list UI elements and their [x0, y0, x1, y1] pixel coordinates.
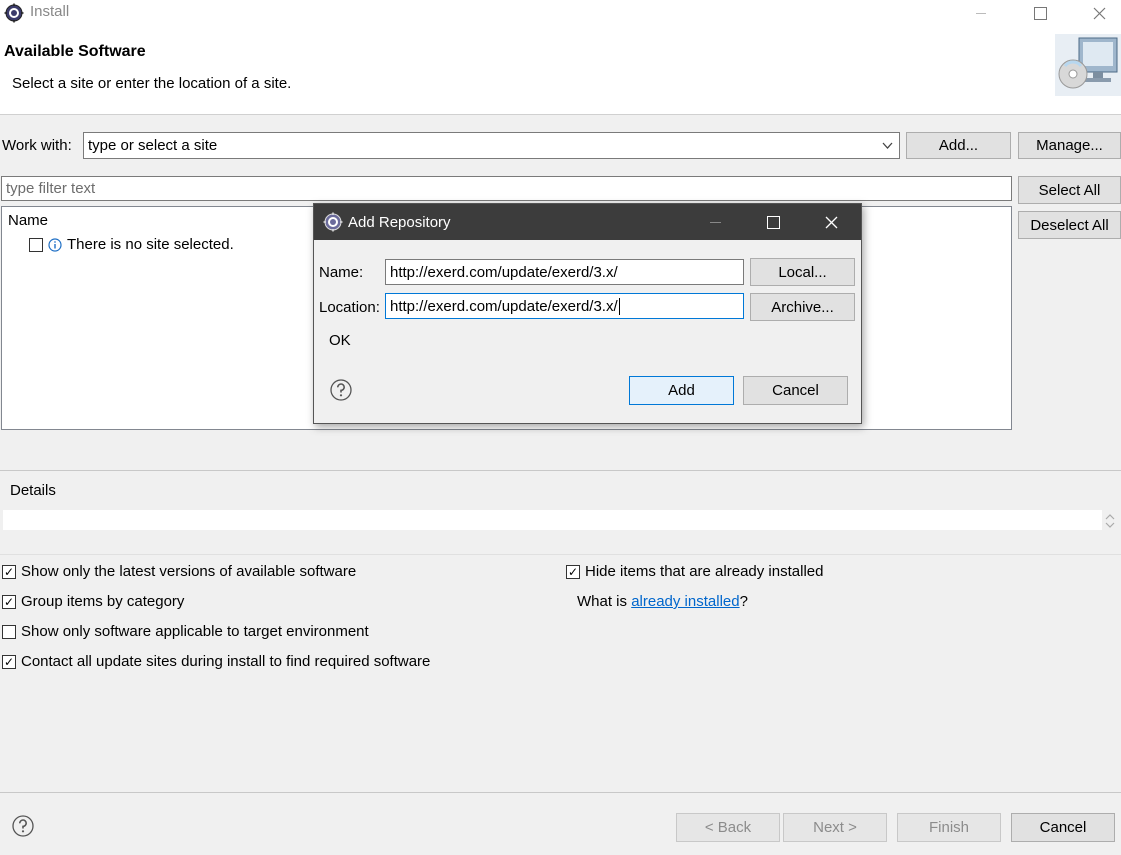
option-contact-all-sites-label: Contact all update sites during install … — [21, 653, 431, 670]
option-hide-installed-label: Hide items that are already installed — [585, 563, 824, 580]
select-all-button[interactable]: Select All — [1018, 176, 1121, 204]
maximize-icon — [1033, 6, 1047, 20]
next-button[interactable]: Next > — [783, 813, 887, 842]
install-software-icon — [1055, 34, 1121, 96]
option-contact-all-sites-checkbox[interactable]: ✓ — [2, 654, 16, 669]
details-text — [3, 510, 1102, 530]
dialog-close-button[interactable] — [802, 204, 860, 240]
name-field[interactable]: http://exerd.com/update/exerd/3.x/ — [385, 259, 744, 285]
already-installed-link[interactable]: already installed — [631, 593, 739, 610]
help-icon[interactable] — [12, 815, 34, 837]
dialog-maximize-icon — [766, 215, 780, 229]
page-description: Select a site or enter the location of a… — [12, 75, 292, 92]
info-icon — [48, 237, 62, 252]
details-label: Details — [10, 482, 56, 499]
dialog-eclipse-icon — [323, 212, 343, 232]
option-group-by-category-checkbox[interactable]: ✓ — [2, 594, 16, 609]
dialog-close-icon — [825, 216, 837, 228]
maximize-button[interactable] — [1017, 0, 1063, 26]
option-latest-versions-checkbox[interactable]: ✓ — [2, 564, 16, 579]
local-button[interactable]: Local... — [750, 258, 855, 286]
dialog-titlebar: Add Repository — [314, 204, 861, 240]
option-group-by-category[interactable]: ✓ Group items by category — [2, 593, 184, 610]
what-is-suffix: ? — [739, 593, 748, 610]
add-repository-dialog: Add Repository Name: http://exerd.com/up… — [313, 203, 862, 424]
archive-button[interactable]: Archive... — [750, 293, 855, 321]
text-cursor — [618, 297, 620, 315]
dialog-minimize-button[interactable] — [686, 204, 744, 240]
details-separator — [0, 470, 1121, 471]
add-site-button[interactable]: Add... — [906, 132, 1011, 159]
location-field-value: http://exerd.com/update/exerd/3.x/ — [390, 297, 618, 315]
options-separator — [0, 554, 1121, 555]
option-group-by-category-label: Group items by category — [21, 593, 185, 610]
window-titlebar: Install — [0, 0, 1121, 26]
minimize-button[interactable] — [958, 0, 1004, 26]
work-with-value: type or select a site — [88, 137, 218, 154]
filter-input[interactable]: type filter text — [1, 176, 1012, 201]
tree-item-checkbox[interactable] — [29, 237, 43, 252]
page-title: Available Software — [4, 43, 146, 60]
option-target-environment[interactable]: Show only software applicable to target … — [2, 623, 369, 640]
manage-sites-button[interactable]: Manage... — [1018, 132, 1121, 159]
window-title: Install — [30, 3, 70, 20]
tree-item[interactable]: There is no site selected. — [29, 236, 234, 253]
back-button[interactable]: < Back — [676, 813, 780, 842]
work-with-label: Work with: — [2, 137, 72, 154]
work-with-combo[interactable]: type or select a site — [83, 132, 900, 159]
eclipse-icon — [4, 3, 24, 23]
tree-item-label: There is no site selected. — [67, 236, 234, 253]
wizard-header: Available Software Select a site or ente… — [0, 26, 1121, 115]
option-target-environment-label: Show only software applicable to target … — [21, 623, 369, 640]
dialog-status-message: OK — [329, 332, 351, 349]
dialog-minimize-icon — [709, 221, 721, 223]
details-scroll-icon[interactable] — [1104, 512, 1116, 530]
dialog-add-button[interactable]: Add — [629, 376, 734, 405]
option-contact-all-sites[interactable]: ✓ Contact all update sites during instal… — [2, 653, 430, 670]
what-is-prefix: What is — [577, 593, 632, 610]
filter-placeholder: type filter text — [6, 180, 96, 197]
close-icon — [1093, 7, 1105, 19]
footer-separator — [0, 792, 1121, 793]
option-hide-installed[interactable]: ✓ Hide items that are already installed — [566, 563, 823, 580]
dialog-maximize-button[interactable] — [744, 204, 802, 240]
name-label: Name: — [319, 264, 364, 281]
option-latest-versions-label: Show only the latest versions of availab… — [21, 563, 357, 580]
deselect-all-button[interactable]: Deselect All — [1018, 211, 1121, 239]
minimize-icon — [976, 12, 986, 14]
what-is-installed-text: What is already installed? — [577, 593, 748, 610]
finish-button[interactable]: Finish — [897, 813, 1001, 842]
chevron-down-icon — [882, 142, 893, 149]
location-field[interactable]: http://exerd.com/update/exerd/3.x/ — [385, 293, 744, 319]
dialog-title: Add Repository — [348, 214, 451, 231]
option-latest-versions[interactable]: ✓ Show only the latest versions of avail… — [2, 563, 356, 580]
name-field-value: http://exerd.com/update/exerd/3.x/ — [390, 263, 618, 281]
tree-column-header-name: Name — [8, 212, 49, 229]
close-button[interactable] — [1076, 0, 1121, 26]
location-label: Location: — [319, 299, 380, 316]
dialog-cancel-button[interactable]: Cancel — [743, 376, 848, 405]
option-target-environment-checkbox[interactable] — [2, 624, 16, 639]
cancel-button[interactable]: Cancel — [1011, 813, 1115, 842]
option-hide-installed-checkbox[interactable]: ✓ — [566, 564, 580, 579]
dialog-help-icon[interactable] — [330, 379, 352, 401]
